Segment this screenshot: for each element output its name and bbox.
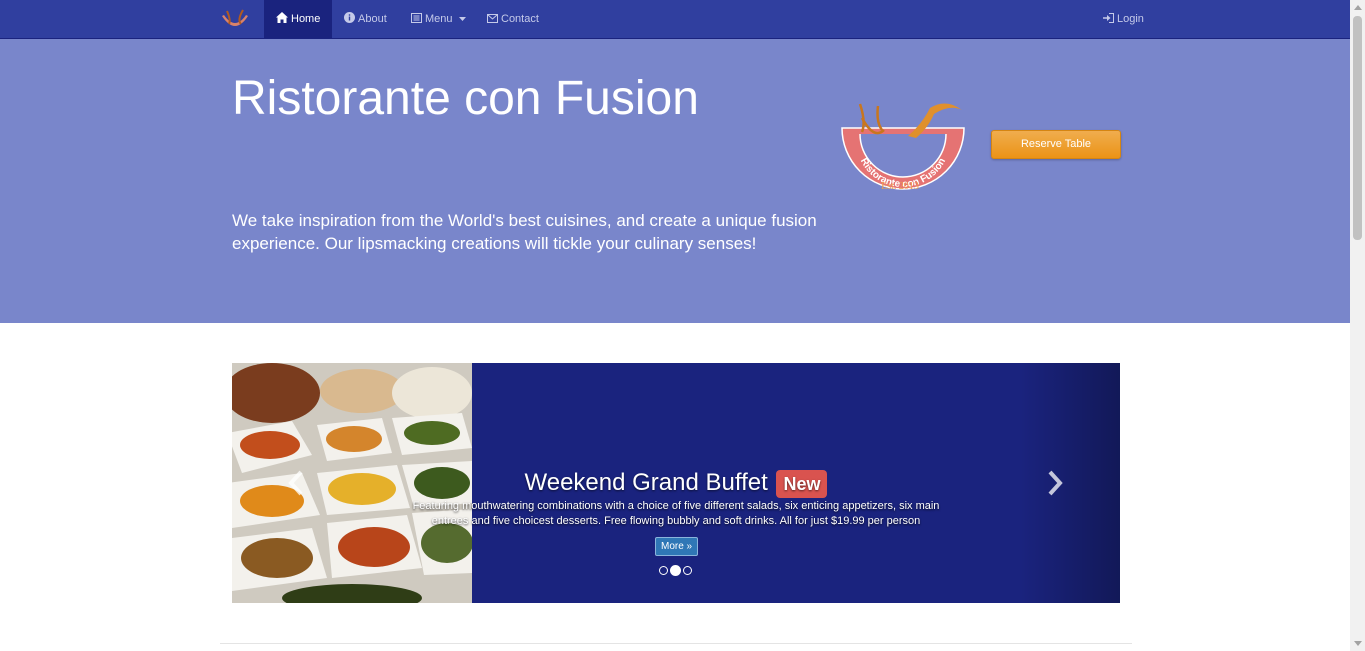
nav-menu-dropdown[interactable]: Menu <box>411 0 466 38</box>
nav-menu-label: Menu <box>425 13 453 25</box>
new-badge: New <box>776 469 828 498</box>
envelope-icon <box>487 14 498 23</box>
caret-down-icon <box>458 17 466 21</box>
nav-about[interactable]: About <box>344 0 387 38</box>
brand-logo-icon[interactable] <box>219 6 251 34</box>
more-button[interactable]: More » <box>655 537 699 556</box>
carousel-prev-chevron-icon[interactable] <box>285 469 309 497</box>
scrollbar-thumb[interactable] <box>1353 16 1362 240</box>
scroll-up-arrow-icon[interactable] <box>1354 5 1362 10</box>
list-icon <box>411 13 422 23</box>
login-link[interactable]: Login <box>1103 0 1144 38</box>
login-label: Login <box>1117 13 1144 25</box>
carousel-indicator-2[interactable] <box>670 565 681 576</box>
carousel-next-chevron-icon[interactable] <box>1042 469 1066 497</box>
page-title: Ristorante con Fusion <box>232 72 699 125</box>
login-icon <box>1103 13 1114 23</box>
slide-heading: Weekend Grand Buffet New <box>232 467 1120 499</box>
navbar: Home About Menu Contact Login <box>0 0 1350 39</box>
nav-home[interactable]: Home <box>264 0 333 38</box>
slide-title: Weekend Grand Buffet <box>524 469 768 496</box>
nav-contact-label: Contact <box>501 13 539 25</box>
section-divider <box>220 643 1132 644</box>
restaurant-logo-image: Ristorante con Fusion Est. 2013 <box>841 103 965 192</box>
nav-about-label: About <box>358 13 387 25</box>
info-icon <box>344 12 355 23</box>
nav-contact[interactable]: Contact <box>487 0 539 38</box>
carousel-indicator-3[interactable] <box>683 566 692 575</box>
carousel: Weekend Grand Buffet New Featuring mouth… <box>232 363 1120 603</box>
reserve-table-button[interactable]: Reserve Table <box>991 130 1121 159</box>
nav-home-label: Home <box>291 13 321 25</box>
hero-description: We take inspiration from the World's bes… <box>232 211 817 253</box>
carousel-indicator-1[interactable] <box>659 566 668 575</box>
scroll-down-arrow-icon[interactable] <box>1354 641 1362 646</box>
logo-est-text: Est. 2013 <box>881 181 919 192</box>
slide-description: Featuring mouthwatering combinations wit… <box>412 500 940 527</box>
home-icon <box>276 12 288 23</box>
